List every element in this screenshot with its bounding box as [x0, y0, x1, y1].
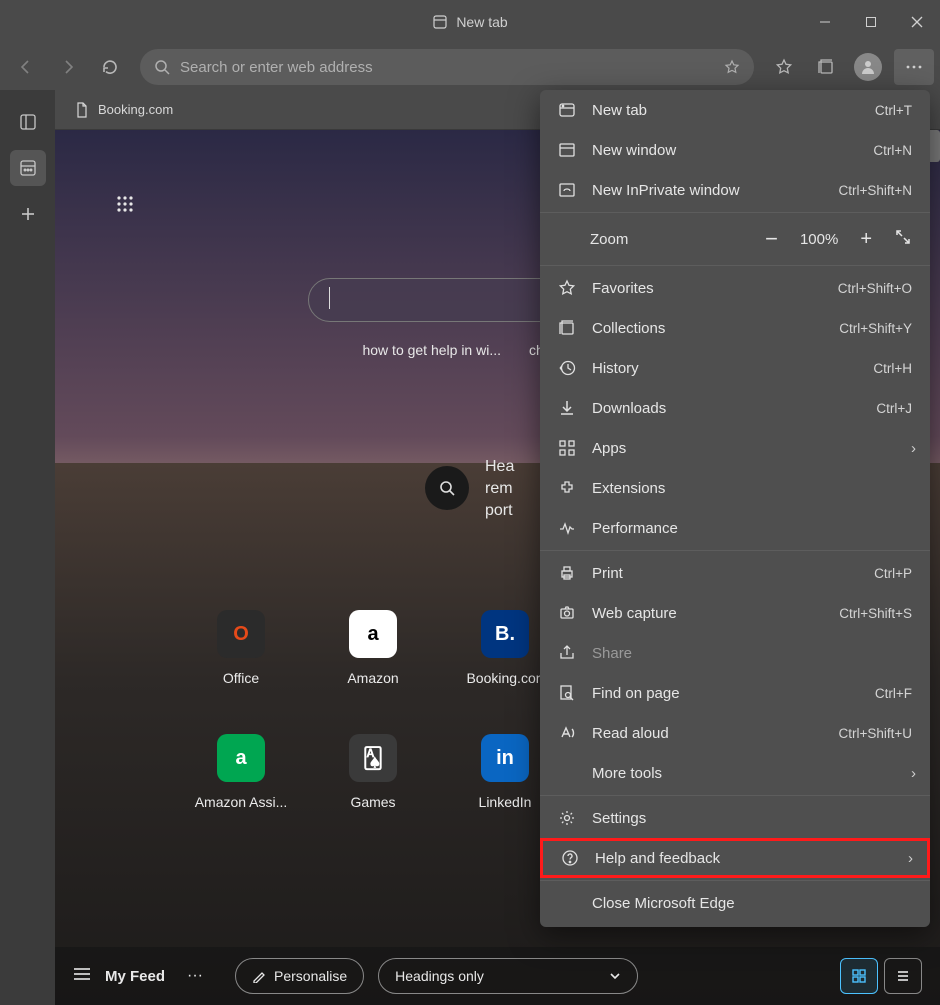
amazon-icon: a [349, 610, 397, 658]
zoom-value: 100% [800, 231, 838, 248]
menu-new-window[interactable]: New windowCtrl+N [540, 130, 930, 170]
minimize-button[interactable] [802, 0, 848, 44]
address-input[interactable] [180, 59, 714, 76]
maximize-button[interactable] [848, 0, 894, 44]
favorites-button[interactable] [764, 49, 804, 85]
tile-amazon[interactable]: aAmazon [307, 610, 439, 686]
tab-actions-button[interactable] [10, 150, 46, 186]
feed-title: My Feed [105, 968, 165, 985]
hamburger-icon[interactable] [73, 967, 91, 986]
menu-help-feedback[interactable]: Help and feedback› [540, 838, 930, 878]
apps-grid-icon[interactable] [115, 194, 135, 219]
menu-performance[interactable]: Performance [540, 508, 930, 548]
apps-icon [558, 439, 576, 457]
menu-apps[interactable]: Apps› [540, 428, 930, 468]
collections-icon [558, 319, 576, 337]
new-tab-icon [558, 101, 576, 119]
feed-bar: My Feed ··· Personalise Headings only [55, 947, 940, 1005]
menu-share: Share [540, 633, 930, 673]
amazon-assistant-icon: a [217, 734, 265, 782]
booking-icon: B. [481, 610, 529, 658]
tab-icon [432, 14, 448, 30]
close-button[interactable] [894, 0, 940, 44]
zoom-out-button[interactable]: − [765, 226, 778, 252]
read-aloud-icon [558, 724, 576, 742]
help-icon [561, 849, 579, 867]
menu-new-tab[interactable]: New tabCtrl+T [540, 90, 930, 130]
menu-collections[interactable]: CollectionsCtrl+Shift+Y [540, 308, 930, 348]
vertical-tabs-button[interactable] [10, 104, 46, 140]
menu-favorites[interactable]: FavoritesCtrl+Shift+O [540, 268, 930, 308]
page-icon [74, 102, 90, 118]
collections-button[interactable] [806, 49, 846, 85]
extensions-icon [558, 479, 576, 497]
menu-extensions[interactable]: Extensions [540, 468, 930, 508]
history-icon [558, 359, 576, 377]
refresh-button[interactable] [90, 49, 130, 85]
chevron-right-icon: › [911, 440, 916, 457]
find-icon [558, 684, 576, 702]
more-button[interactable] [894, 49, 934, 85]
trending-item[interactable]: how to get help in wi... [362, 342, 501, 358]
tile-amazon-assistant[interactable]: aAmazon Assi... [175, 734, 307, 810]
address-bar[interactable] [140, 49, 754, 85]
menu-print[interactable]: PrintCtrl+P [540, 553, 930, 593]
tile-games[interactable]: 🂡Games [307, 734, 439, 810]
tab[interactable]: Booking.com [62, 96, 185, 124]
new-tab-button[interactable] [10, 196, 46, 232]
profile-button[interactable] [848, 49, 888, 85]
capture-icon [558, 604, 576, 622]
inprivate-icon [558, 181, 576, 199]
zoom-in-button[interactable]: + [860, 228, 872, 251]
news-headline: Hearemport [485, 456, 514, 522]
news-search-icon[interactable] [425, 466, 469, 510]
back-button[interactable] [6, 49, 46, 85]
gear-icon [558, 809, 576, 827]
tab-label: Booking.com [98, 102, 173, 117]
personalise-button[interactable]: Personalise [235, 958, 364, 994]
menu-inprivate[interactable]: New InPrivate windowCtrl+Shift+N [540, 170, 930, 210]
settings-menu: New tabCtrl+T New windowCtrl+N New InPri… [540, 90, 930, 927]
menu-more-tools[interactable]: More tools› [540, 753, 930, 793]
list-view-button[interactable] [884, 958, 922, 994]
toolbar [0, 44, 940, 90]
window-icon [558, 141, 576, 159]
tile-office[interactable]: OOffice [175, 610, 307, 686]
menu-zoom: Zoom − 100% + [540, 215, 930, 263]
star-icon [558, 279, 576, 297]
chevron-right-icon: › [908, 850, 913, 867]
office-icon: O [217, 610, 265, 658]
menu-downloads[interactable]: DownloadsCtrl+J [540, 388, 930, 428]
menu-find[interactable]: Find on pageCtrl+F [540, 673, 930, 713]
print-icon [558, 564, 576, 582]
forward-button[interactable] [48, 49, 88, 85]
menu-settings[interactable]: Settings [540, 798, 930, 838]
menu-history[interactable]: HistoryCtrl+H [540, 348, 930, 388]
fullscreen-button[interactable] [894, 228, 912, 250]
window-title: New tab [456, 14, 507, 30]
performance-icon [558, 519, 576, 537]
share-icon [558, 644, 576, 662]
layout-dropdown[interactable]: Headings only [378, 958, 638, 994]
sidebar [0, 90, 55, 1005]
star-add-icon[interactable] [724, 59, 740, 75]
titlebar: New tab [0, 0, 940, 44]
chevron-right-icon: › [911, 765, 916, 782]
linkedin-icon: in [481, 734, 529, 782]
quick-links: OOffice aAmazon B.Booking.con aAmazon As… [175, 610, 571, 810]
menu-web-capture[interactable]: Web captureCtrl+Shift+S [540, 593, 930, 633]
feed-more-icon[interactable]: ··· [187, 967, 203, 985]
download-icon [558, 399, 576, 417]
games-icon: 🂡 [349, 734, 397, 782]
menu-read-aloud[interactable]: Read aloudCtrl+Shift+U [540, 713, 930, 753]
grid-view-button[interactable] [840, 958, 878, 994]
search-icon [154, 59, 170, 75]
menu-close-edge[interactable]: Close Microsoft Edge [540, 883, 930, 923]
